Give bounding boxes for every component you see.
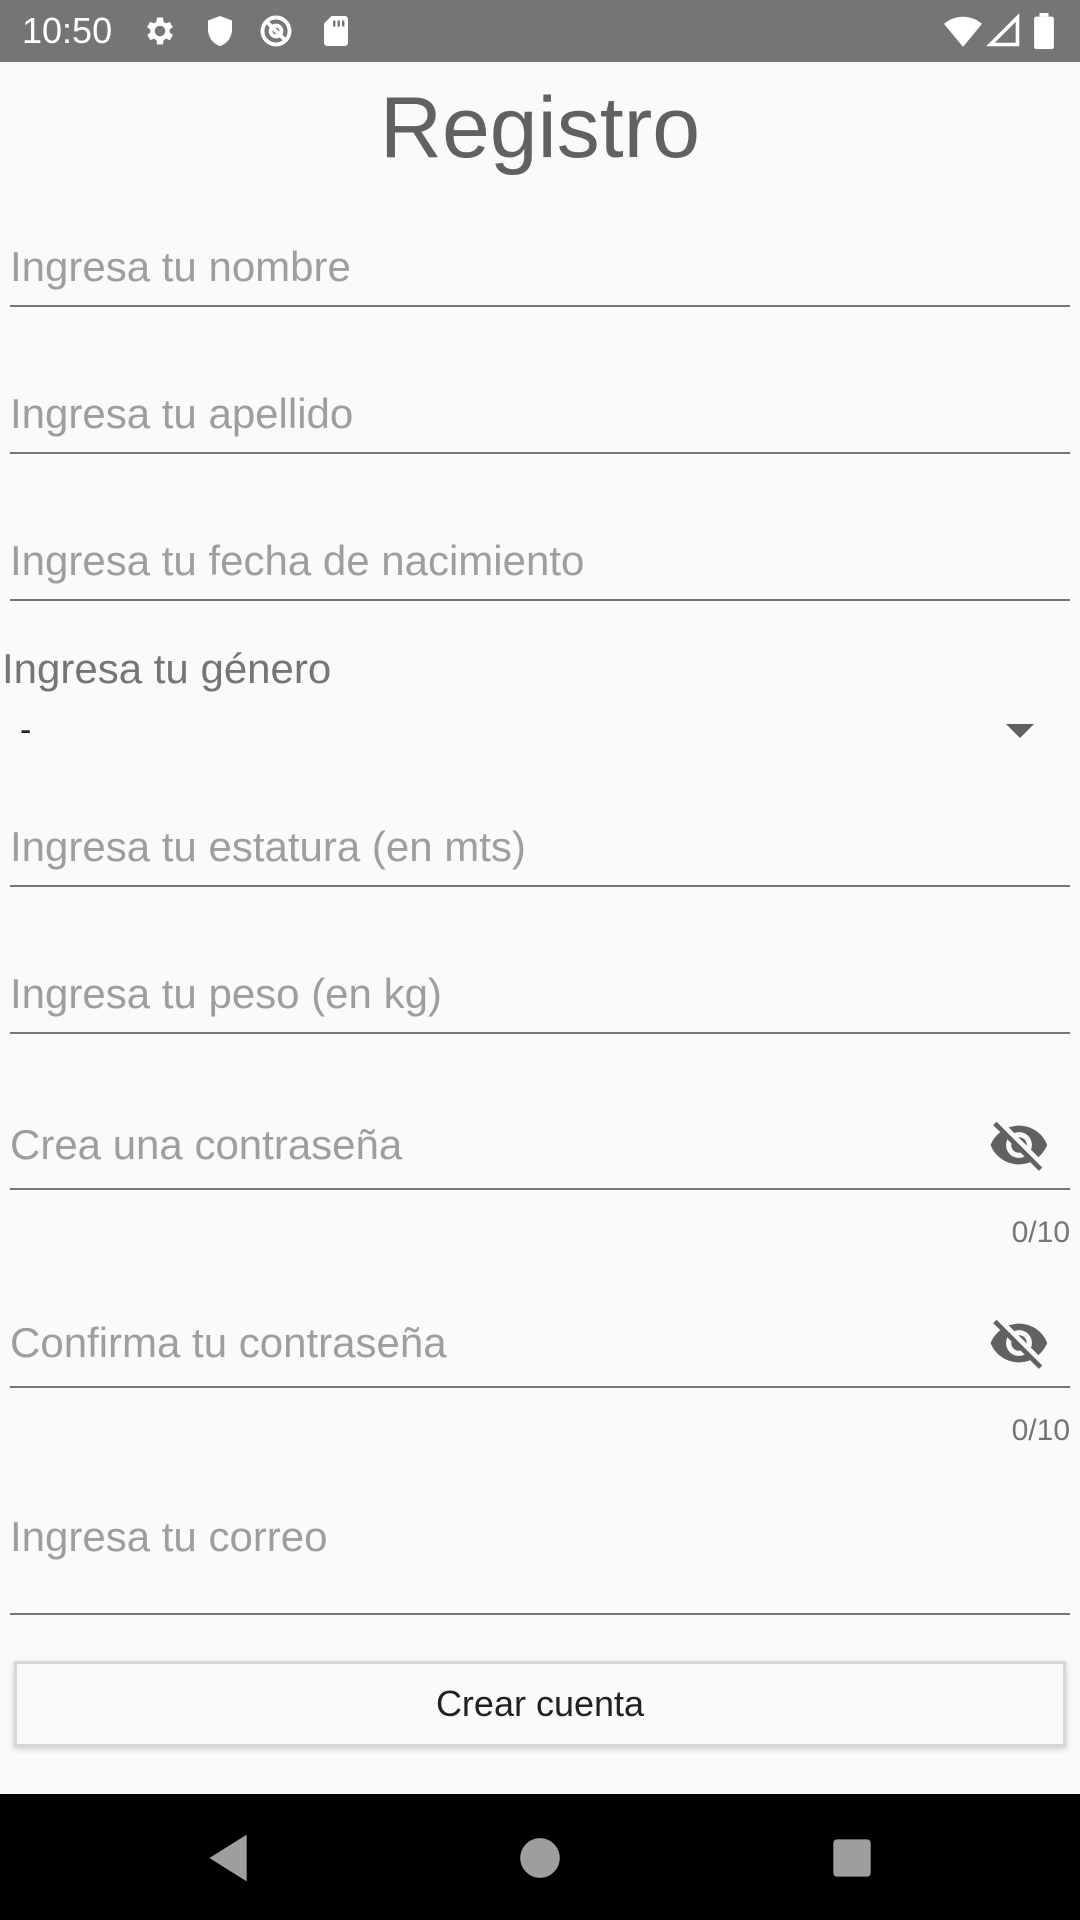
- email-field[interactable]: Ingresa tu correo: [10, 1510, 1070, 1616]
- confirm-password-hint: Confirma tu contraseña: [10, 1319, 447, 1366]
- email-hint: Ingresa tu correo: [10, 1513, 328, 1560]
- password-hint: Crea una contraseña: [10, 1121, 403, 1168]
- settings-icon: [142, 13, 178, 49]
- birthdate-underline: [10, 599, 1070, 601]
- confirm-password-field[interactable]: Confirma tu contraseña: [10, 1314, 1070, 1388]
- lastname-hint: Ingresa tu apellido: [10, 390, 354, 437]
- back-icon[interactable]: [200, 1830, 256, 1886]
- weight-hint: Ingresa tu peso (en kg): [10, 970, 442, 1017]
- visibility-off-icon[interactable]: [988, 1114, 1050, 1176]
- dropdown-arrow-icon: [1006, 724, 1034, 738]
- wifi-icon: [944, 13, 982, 49]
- password-field[interactable]: Crea una contraseña: [10, 1116, 1070, 1190]
- height-underline: [10, 885, 1070, 887]
- birthdate-hint: Ingresa tu fecha de nacimiento: [10, 537, 585, 584]
- cell-signal-icon: [986, 13, 1022, 49]
- navigation-bar: [0, 1794, 1080, 1920]
- status-bar: 10:50: [0, 0, 1080, 62]
- lastname-field[interactable]: Ingresa tu apellido: [10, 387, 1070, 457]
- password-counter: 0/10: [1011, 1216, 1070, 1249]
- sd-card-icon: [318, 13, 354, 49]
- confirm-password-counter: 0/10: [1011, 1414, 1070, 1447]
- birthdate-field[interactable]: Ingresa tu fecha de nacimiento: [10, 534, 1070, 604]
- at-sign-icon: [258, 13, 294, 49]
- height-hint: Ingresa tu estatura (en mts): [10, 823, 526, 870]
- email-underline: [10, 1613, 1070, 1615]
- status-time: 10:50: [22, 10, 113, 51]
- battery-icon: [1032, 13, 1056, 49]
- confirm-password-underline: [10, 1386, 1070, 1388]
- gender-spinner[interactable]: -: [10, 700, 1070, 766]
- page-title: Registro: [379, 80, 701, 176]
- name-hint: Ingresa tu nombre: [10, 243, 351, 290]
- weight-underline: [10, 1032, 1070, 1034]
- height-field[interactable]: Ingresa tu estatura (en mts): [10, 820, 1070, 890]
- create-account-button[interactable]: Crear cuenta: [14, 1661, 1066, 1747]
- weight-field[interactable]: Ingresa tu peso (en kg): [10, 967, 1070, 1037]
- password-underline: [10, 1188, 1070, 1190]
- shield-icon: [202, 13, 238, 49]
- registration-screen: 10:50 Registro Ingresa tu nombre Ingresa: [0, 0, 1080, 1920]
- name-field[interactable]: Ingresa tu nombre: [10, 240, 1070, 310]
- recents-icon[interactable]: [824, 1830, 880, 1886]
- gender-selected-value: -: [20, 711, 32, 749]
- lastname-underline: [10, 452, 1070, 454]
- name-underline: [10, 305, 1070, 307]
- home-icon[interactable]: [512, 1830, 568, 1886]
- visibility-off-icon[interactable]: [988, 1312, 1050, 1374]
- gender-label: Ingresa tu género: [2, 645, 332, 692]
